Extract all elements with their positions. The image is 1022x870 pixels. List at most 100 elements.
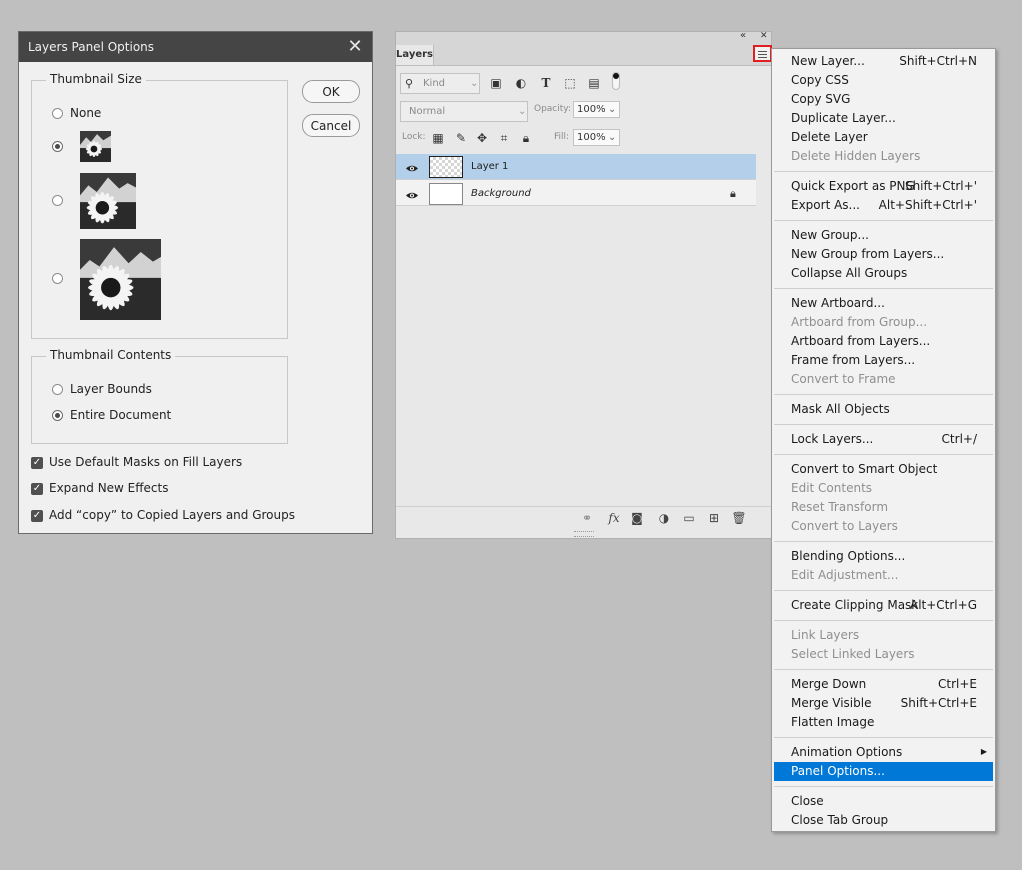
menu-item-quick-export-as-png[interactable]: Quick Export as PNG Shift+Ctrl+' <box>774 177 993 196</box>
menu-item-convert-to-smart-object[interactable]: Convert to Smart Object <box>774 460 993 479</box>
menu-item-label: Create Clipping Mask <box>791 598 919 612</box>
menu-item-copy-css[interactable]: Copy CSS <box>774 71 993 90</box>
menu-item-animation-options[interactable]: Animation Options ▶ <box>774 743 993 762</box>
menu-item-new-group[interactable]: New Group... <box>774 226 993 245</box>
fill-label: Fill: <box>554 132 570 142</box>
menu-item-new-artboard[interactable]: New Artboard... <box>774 294 993 313</box>
thumbnail-large-radio[interactable] <box>52 273 63 284</box>
menu-item-label: Export As... <box>791 198 860 212</box>
layer-thumbnail[interactable] <box>429 183 463 205</box>
lock-image-pixels-icon[interactable]: ✎ <box>454 131 468 145</box>
thumbnail-medium-image[interactable] <box>80 173 136 229</box>
menu-item-label: Delete Hidden Layers <box>791 149 921 163</box>
menu-item-label: Artboard from Group... <box>791 315 928 329</box>
tab-layers[interactable]: Layers <box>396 45 434 65</box>
default-masks-checkbox[interactable]: ✓ <box>31 457 43 469</box>
menu-item-merge-down[interactable]: Merge Down Ctrl+E <box>774 675 993 694</box>
menu-item-close[interactable]: Close <box>774 792 993 811</box>
shape-filter-icon[interactable]: ⬚ <box>563 76 577 90</box>
menu-item-label: New Group from Layers... <box>791 247 945 261</box>
thumbnail-small-image[interactable] <box>80 131 111 162</box>
lock-transparent-pixels-icon[interactable]: ▦ <box>431 131 445 145</box>
layer-name[interactable]: Layer 1 <box>471 161 508 172</box>
menu-item-label: Close <box>791 794 824 808</box>
layer-bounds-radio[interactable] <box>52 384 63 395</box>
menu-item-shortcut: Alt+Shift+Ctrl+' <box>878 198 977 212</box>
adjustment-filter-icon[interactable]: ◐ <box>514 76 528 90</box>
entire-document-radio[interactable] <box>52 410 63 421</box>
menu-item-blending-options[interactable]: Blending Options... <box>774 547 993 566</box>
menu-item-label: New Artboard... <box>791 296 885 310</box>
menu-item-artboard-from-layers[interactable]: Artboard from Layers... <box>774 332 993 351</box>
layer-row[interactable]: Layer 1 <box>396 154 756 180</box>
menu-item-delete-layer[interactable]: Delete Layer <box>774 128 993 147</box>
lock-label: Lock: <box>402 132 426 142</box>
thumbnail-medium-radio[interactable] <box>52 195 63 206</box>
menu-item-lock-layers[interactable]: Lock Layers... Ctrl+/ <box>774 430 993 449</box>
panel-menu-button[interactable] <box>753 45 772 62</box>
lock-artboard-icon[interactable]: ⌗ <box>497 131 511 145</box>
menu-item-flatten-image[interactable]: Flatten Image <box>774 713 993 732</box>
fill-input[interactable]: 100% ⌄ <box>573 129 620 146</box>
new-layer-icon[interactable]: ⊞ <box>706 510 722 526</box>
folder-icon[interactable]: ▭ <box>681 510 697 526</box>
menu-item-edit-adjustment: Edit Adjustment... <box>774 566 993 585</box>
menu-item-export-as[interactable]: Export As... Alt+Shift+Ctrl+' <box>774 196 993 215</box>
layer-name[interactable]: Background <box>471 188 531 199</box>
opacity-input[interactable]: 100% ⌄ <box>573 101 620 118</box>
menu-item-close-tab-group[interactable]: Close Tab Group <box>774 811 993 830</box>
filter-toggle[interactable] <box>612 72 620 90</box>
menu-item-label: Copy CSS <box>791 73 849 87</box>
thumbnail-small-radio[interactable] <box>52 141 63 152</box>
menu-item-new-layer[interactable]: New Layer... Shift+Ctrl+N <box>774 52 993 71</box>
add-copy-checkbox[interactable]: ✓ <box>31 510 43 522</box>
menu-item-frame-from-layers[interactable]: Frame from Layers... <box>774 351 993 370</box>
filter-kind-select[interactable]: ⚲ Kind ⌄ <box>400 73 480 94</box>
menu-item-label: Edit Adjustment... <box>791 568 899 582</box>
menu-item-collapse-all-groups[interactable]: Collapse All Groups <box>774 264 993 283</box>
dialog-title-bar[interactable]: Layers Panel Options ✕ <box>19 32 372 62</box>
close-icon[interactable]: ✕ <box>344 36 366 58</box>
link-layers-icon[interactable]: ⚭ <box>579 510 595 526</box>
resize-handle[interactable] <box>574 531 594 537</box>
eye-icon[interactable] <box>406 189 418 203</box>
adjustment-layer-icon[interactable]: ◑ <box>656 510 672 526</box>
ok-button[interactable]: OK <box>302 80 360 103</box>
menu-item-artboard-from-group: Artboard from Group... <box>774 313 993 332</box>
menu-item-edit-contents: Edit Contents <box>774 479 993 498</box>
menu-item-new-group-from-layers[interactable]: New Group from Layers... <box>774 245 993 264</box>
thumbnail-none-radio[interactable] <box>52 108 63 119</box>
collapse-icon[interactable]: « <box>740 30 746 41</box>
menu-item-create-clipping-mask[interactable]: Create Clipping Mask Alt+Ctrl+G <box>774 596 993 615</box>
menu-item-label: New Layer... <box>791 54 865 68</box>
layer-row[interactable]: Background 🔒︎ <box>396 180 756 206</box>
blend-mode-select[interactable]: Normal ⌄ <box>400 101 528 122</box>
lock-position-icon[interactable]: ✥ <box>475 131 489 145</box>
trash-icon[interactable]: 🗑︎ <box>731 510 747 526</box>
fx-icon[interactable]: fx <box>606 510 622 526</box>
pixel-filter-icon[interactable]: ▣ <box>489 76 503 90</box>
filter-kind-label: Kind <box>423 78 446 89</box>
thumbnail-large-image[interactable] <box>80 239 161 320</box>
menu-separator <box>774 590 993 591</box>
eye-icon[interactable] <box>406 162 418 176</box>
menu-item-merge-visible[interactable]: Merge Visible Shift+Ctrl+E <box>774 694 993 713</box>
close-icon[interactable]: ✕ <box>760 31 768 41</box>
expand-effects-checkbox[interactable]: ✓ <box>31 483 43 495</box>
type-filter-icon[interactable]: T <box>539 76 553 90</box>
cancel-button[interactable]: Cancel <box>302 114 360 137</box>
layers-panel-options-dialog: Layers Panel Options ✕ Thumbnail Size No… <box>18 31 373 534</box>
add-mask-icon[interactable]: ◙ <box>629 510 645 526</box>
lock-all-icon[interactable]: 🔒︎ <box>519 131 533 145</box>
menu-item-label: Reset Transform <box>791 500 889 514</box>
opacity-label: Opacity: <box>534 104 571 114</box>
layer-thumbnail[interactable] <box>429 156 463 178</box>
menu-item-copy-svg[interactable]: Copy SVG <box>774 90 993 109</box>
menu-item-mask-all-objects[interactable]: Mask All Objects <box>774 400 993 419</box>
chevron-down-icon: ⌄ <box>470 78 479 89</box>
smart-object-filter-icon[interactable]: ▤ <box>587 76 601 90</box>
menu-item-label: Flatten Image <box>791 715 875 729</box>
menu-item-duplicate-layer[interactable]: Duplicate Layer... <box>774 109 993 128</box>
menu-item-panel-options[interactable]: Panel Options... <box>774 762 993 781</box>
lock-icon: 🔒︎ <box>730 187 736 200</box>
